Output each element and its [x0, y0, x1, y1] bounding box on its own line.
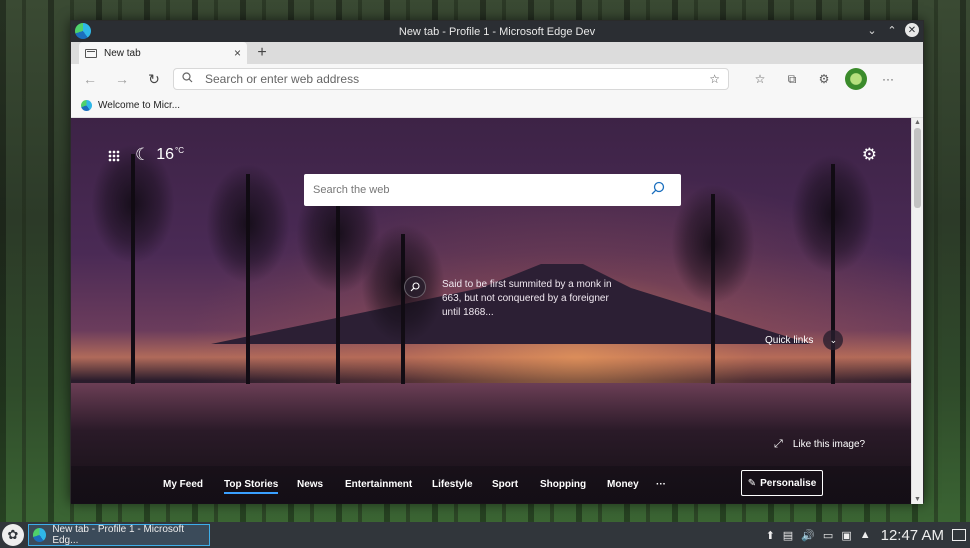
avatar — [845, 68, 867, 90]
personalise-label: Personalise — [760, 477, 817, 489]
feed-tab-my-feed[interactable]: My Feed — [163, 479, 203, 490]
favorites-bar: Welcome to Micr... — [71, 94, 923, 118]
tray-expand-icon[interactable]: ▲ — [860, 529, 871, 541]
moon-icon: ☾ — [135, 145, 151, 164]
page-settings-icon[interactable]: ⚙ — [862, 145, 877, 165]
scrollbar-thumb[interactable] — [914, 128, 921, 208]
background-tree — [206, 164, 290, 384]
address-bar[interactable]: Search or enter web address ☆ — [173, 68, 729, 90]
minimize-icon[interactable]: ⌄ — [865, 23, 879, 37]
edge-app-icon — [33, 528, 47, 542]
updates-icon[interactable]: ⬆ — [766, 529, 775, 542]
maximize-icon[interactable]: ⌃ — [885, 23, 899, 37]
feed-more-icon[interactable]: ··· — [656, 479, 666, 490]
web-search-input[interactable]: Search the web — [304, 174, 681, 206]
weather-widget[interactable]: ☾ 16 °C — [135, 145, 184, 165]
app-launcher-icon[interactable] — [108, 150, 120, 162]
feed-tab-sport[interactable]: Sport — [492, 479, 518, 490]
feed-tab-top-stories[interactable]: Top Stories — [224, 479, 279, 494]
toolbar-icons: ☆ ⧉ ⚙ ··· — [749, 68, 899, 90]
background-tree — [296, 174, 380, 384]
personalise-button[interactable]: ✎ Personalise — [741, 470, 823, 496]
clock[interactable]: 12:47 AM — [881, 527, 944, 544]
back-button[interactable]: ← — [77, 67, 103, 91]
pencil-icon: ✎ — [747, 477, 757, 489]
taskbar-item-edge[interactable]: New tab - Profile 1 - Microsoft Edg... — [28, 524, 210, 546]
address-placeholder: Search or enter web address — [205, 72, 360, 86]
close-window-icon[interactable]: ✕ — [905, 23, 919, 37]
window-title: New tab - Profile 1 - Microsoft Edge Dev — [398, 25, 596, 38]
tab-close-icon[interactable]: × — [234, 46, 241, 60]
feed-tab-shopping[interactable]: Shopping — [540, 479, 586, 490]
chevron-down-icon: ⌄ — [823, 330, 844, 350]
feed-tab-news[interactable]: News — [297, 479, 323, 490]
new-tab-page: ☾ 16 °C ⚙ Search the web Said to be firs… — [71, 118, 913, 504]
tab-label: New tab — [104, 47, 141, 59]
feed-tab-entertainment[interactable]: Entertainment — [345, 479, 412, 490]
collections-icon[interactable]: ⧉ — [781, 68, 803, 90]
edge-favicon-icon — [81, 100, 92, 111]
volume-icon[interactable]: 🔊 — [801, 529, 815, 542]
taskbar: ✿ New tab - Profile 1 - Microsoft Edg...… — [0, 522, 970, 548]
feed-navigation: My Feed Top Stories News Entertainment L… — [71, 466, 913, 504]
tab-page-icon — [85, 48, 97, 58]
page-scrollbar[interactable]: ▲ ▼ — [911, 118, 923, 504]
background-tree — [361, 224, 445, 384]
feed-tab-lifestyle[interactable]: Lifestyle — [432, 479, 473, 490]
title-bar[interactable]: New tab - Profile 1 - Microsoft Edge Dev… — [71, 21, 923, 42]
background-tree — [791, 154, 875, 384]
like-image-label: Like this image? — [792, 439, 866, 450]
more-menu-icon[interactable]: ··· — [877, 68, 899, 90]
profile-avatar[interactable] — [845, 68, 867, 90]
taskbar-item-label: New tab - Profile 1 - Microsoft Edg... — [52, 524, 185, 546]
search-submit-icon[interactable] — [651, 181, 665, 195]
web-search-placeholder: Search the web — [313, 184, 390, 196]
extensions-icon[interactable]: ⚙ — [813, 68, 835, 90]
clipboard-icon[interactable]: ▤ — [783, 529, 793, 542]
refresh-button[interactable]: ↻ — [141, 67, 167, 91]
feed-tab-money[interactable]: Money — [607, 479, 639, 490]
image-info-icon[interactable] — [404, 276, 426, 298]
browser-toolbar: ← → ↻ Search or enter web address ☆ ☆ ⧉ … — [71, 64, 923, 94]
battery-icon[interactable]: ▭ — [823, 529, 833, 542]
new-tab-button[interactable]: + — [251, 42, 273, 64]
browser-window: New tab - Profile 1 - Microsoft Edge Dev… — [70, 20, 924, 504]
background-tree — [671, 184, 755, 384]
favorites-icon[interactable]: ☆ — [749, 68, 771, 90]
quick-links-toggle[interactable]: Quick links ⌄ — [765, 330, 844, 350]
image-fact-text[interactable]: Said to be first summited by a monk in 6… — [442, 278, 622, 320]
tab-strip: New tab × + — [71, 42, 923, 64]
scroll-down-icon[interactable]: ▼ — [914, 496, 921, 503]
expand-icon: ⤢ — [774, 438, 783, 450]
background-tree — [91, 144, 175, 384]
forward-button[interactable]: → — [109, 67, 135, 91]
search-icon — [182, 72, 193, 86]
system-tray: ⬆ ▤ 🔊 ▭ ▣ ▲ 12:47 AM — [766, 522, 966, 548]
scroll-up-icon[interactable]: ▲ — [914, 119, 921, 126]
show-desktop-icon[interactable] — [952, 529, 966, 541]
quick-links-label: Quick links — [765, 334, 814, 346]
start-menu-icon[interactable]: ✿ — [2, 524, 24, 546]
temperature-unit: °C — [175, 145, 185, 155]
favorite-welcome-link[interactable]: Welcome to Micr... — [98, 100, 180, 111]
tab-new-tab[interactable]: New tab × — [79, 42, 247, 64]
edge-app-icon — [75, 23, 91, 39]
like-image-link[interactable]: ⤢ Like this image? — [774, 438, 865, 451]
add-favorite-icon[interactable]: ☆ — [709, 72, 720, 86]
window-controls: ⌄ ⌃ ✕ — [865, 23, 919, 37]
network-icon[interactable]: ▣ — [841, 529, 851, 542]
temperature-value: 16 — [156, 146, 175, 163]
